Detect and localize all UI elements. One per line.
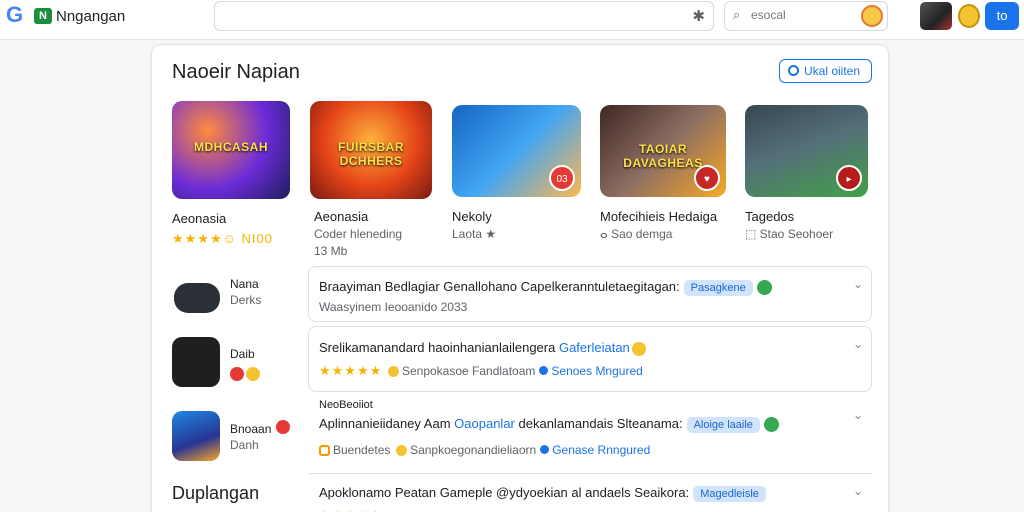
main-search-input[interactable]: ✱ xyxy=(214,1,714,31)
game-tile-5[interactable]: ▸ xyxy=(745,105,868,197)
avatar-icon[interactable] xyxy=(861,5,883,27)
content-card: Naoeir Napian Ukal oiiten MDHCASAH FUIRS… xyxy=(151,44,889,512)
app-sub-3: Danh xyxy=(230,438,259,452)
tile-art-text: MDHCASAH xyxy=(194,140,268,155)
row-title: Braayiman Bedlagiar Genallohano Capelker… xyxy=(319,279,772,296)
row-sub: Buendetes Sanpkoegonandieliaorn Genase Rn… xyxy=(319,443,650,457)
tile-sub-2: Coder hleneding xyxy=(314,227,403,241)
tag-pill[interactable]: Pasagkene xyxy=(683,280,753,296)
chevron-down-icon[interactable]: ⌄ xyxy=(853,337,863,351)
app-name-2[interactable]: Daib xyxy=(230,347,255,361)
tile-art-text: FUIRSBAR DCHHERS xyxy=(338,140,404,169)
chevron-down-icon[interactable]: ⌄ xyxy=(853,484,863,498)
tile-sub-4: ⴰ Sao demga xyxy=(600,227,673,241)
green-check-icon xyxy=(756,280,772,296)
chevron-down-icon[interactable]: ⌄ xyxy=(853,277,863,291)
game-tile-2[interactable]: FUIRSBAR DCHHERS xyxy=(310,101,432,199)
tile-sub-5: ⬚ Stao Seohoer xyxy=(745,227,834,241)
secondary-search[interactable]: ⌕ xyxy=(724,1,888,31)
search-icon: ⌕ xyxy=(733,7,741,22)
tile-badge: 03 xyxy=(549,165,575,191)
row-title: Apoklonamo Peatan Gameple @ydyoekian al … xyxy=(319,485,766,502)
emoji-avatar-icon[interactable] xyxy=(958,4,980,28)
alert-icon xyxy=(276,420,290,434)
tag-pill[interactable]: Magedleisle xyxy=(693,486,766,502)
heart-icon: ♥ xyxy=(694,165,720,191)
row-sub: ★★★★★ Senpokasoe Fandlatoam Senoes Mngure… xyxy=(319,363,643,378)
app-sub-1: Derks xyxy=(230,293,262,307)
red-status-icon xyxy=(230,367,244,381)
circle-icon xyxy=(788,65,799,76)
google-logo-icon[interactable]: G xyxy=(6,4,28,26)
tile-label-3[interactable]: Nekoly xyxy=(452,209,492,224)
tile-sub-3: Laota ★ xyxy=(452,227,497,241)
top-action-button[interactable]: Ukal oiiten xyxy=(779,59,872,83)
gamepad-icon[interactable] xyxy=(172,273,222,317)
game-tile-3[interactable]: 03 xyxy=(452,105,581,197)
page-title: Naoeir Napian xyxy=(172,61,300,83)
section-heading: Duplangan xyxy=(172,483,260,503)
app-name-1[interactable]: Nana xyxy=(230,277,259,291)
row-kicker: NeoBeoiiot xyxy=(319,399,373,411)
play-icon: ▸ xyxy=(836,165,862,191)
list-item[interactable]: Apoklonamo Peatan Gameple @ydyoekian al … xyxy=(308,473,872,512)
coin-icon xyxy=(395,445,407,457)
emoji-icon xyxy=(631,341,646,356)
list-item[interactable]: Braayiman Bedlagiar Genallohano Capelker… xyxy=(308,266,872,322)
tile-label-1[interactable]: Aeonasia xyxy=(172,211,226,226)
row-rating: ★★★★★ xyxy=(319,508,382,512)
list-item[interactable]: NeoBeoiiot Aplinnanieiidaney Aam Oaopanl… xyxy=(308,397,872,469)
tag-pill[interactable]: Aloige laaile xyxy=(686,417,760,433)
checkbox-icon xyxy=(319,445,330,457)
pin-icon[interactable]: ✱ xyxy=(692,7,705,25)
tile-label-5[interactable]: Tagedos xyxy=(745,209,794,224)
game-tile-1[interactable]: MDHCASAH xyxy=(172,101,290,199)
character-app-icon[interactable] xyxy=(172,411,220,461)
account-button[interactable]: to xyxy=(985,2,1019,30)
secondary-search-input[interactable] xyxy=(751,8,851,22)
emoji-icon xyxy=(246,367,260,381)
game-thumbnail-icon[interactable] xyxy=(920,2,952,30)
top-bar: G N Nngangan ✱ ⌕ to xyxy=(0,0,1024,40)
app-name-3[interactable]: Bnoaan xyxy=(230,422,271,436)
top-action-label: Ukal oiiten xyxy=(804,64,861,78)
tile-label-4[interactable]: Mofecihieis Hedaiga xyxy=(600,209,717,224)
app-logo-icon: N xyxy=(34,8,52,24)
green-check-icon xyxy=(763,417,779,433)
game-tile-4[interactable]: TAOIAR DAVAGHEAS ♥ xyxy=(600,105,726,197)
tile-label-2[interactable]: Aeonasia xyxy=(314,209,368,224)
coin-icon xyxy=(387,366,399,378)
brand-name: Nngangan xyxy=(56,8,126,25)
tile-rating-1: ★★★★☺ NI00 xyxy=(172,231,273,246)
row-title: Aplinnanieiidaney Aam Oaopanlar dekanlam… xyxy=(319,416,779,433)
list-item[interactable]: Srelikamanandard haoinhanianlailengera G… xyxy=(308,326,872,392)
chevron-down-icon[interactable]: ⌄ xyxy=(853,408,863,422)
controller-app-icon[interactable] xyxy=(172,337,220,387)
tile-size-2: 13 Mb xyxy=(314,244,348,258)
row-sub: Waasyinem Ieooanido 2033 xyxy=(319,300,468,314)
row-title: Srelikamanandard haoinhanianlailengera G… xyxy=(319,340,646,356)
